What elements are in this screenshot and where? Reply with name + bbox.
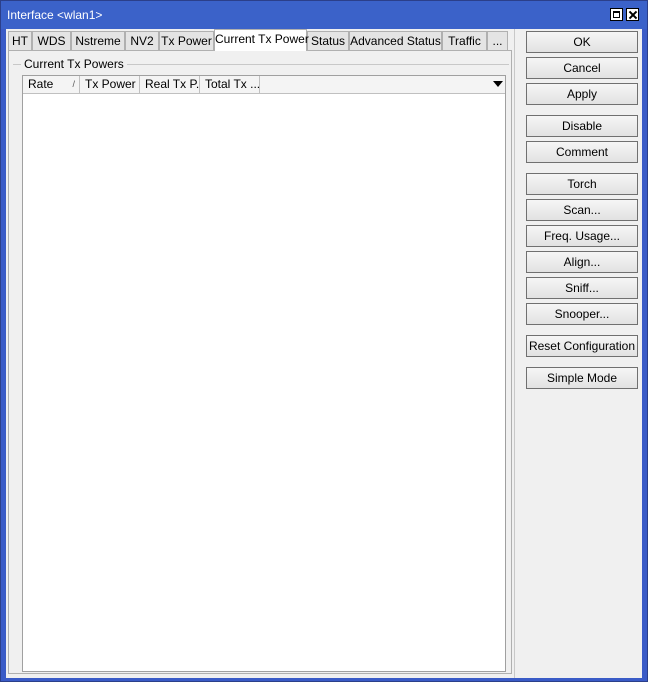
apply-button[interactable]: Apply	[526, 83, 638, 105]
scan-button[interactable]: Scan...	[526, 199, 638, 221]
torch-button[interactable]: Torch	[526, 173, 638, 195]
tab-more[interactable]: ...	[487, 31, 508, 50]
tab-ht[interactable]: HT	[8, 31, 32, 50]
tab-nstreme[interactable]: Nstreme	[71, 31, 125, 50]
column-header-label: Rate	[28, 77, 54, 91]
tab-traffic[interactable]: Traffic	[442, 31, 487, 50]
ok-button[interactable]: OK	[526, 31, 638, 53]
tab-current-tx-power[interactable]: Current Tx Power	[214, 29, 309, 51]
maximize-icon[interactable]	[610, 8, 623, 21]
sort-icon: /	[72, 79, 75, 89]
tab-nv2[interactable]: NV2	[125, 31, 159, 50]
tab-status[interactable]: Status	[307, 31, 349, 50]
column-header-rate[interactable]: Rate /	[23, 76, 80, 93]
sniff-button[interactable]: Sniff...	[526, 277, 638, 299]
comment-button[interactable]: Comment	[526, 141, 638, 163]
tab-tx-power[interactable]: Tx Power	[159, 31, 214, 50]
freq-usage-button[interactable]: Freq. Usage...	[526, 225, 638, 247]
interface-window: Interface <wlan1> HT WDS Nstreme NV2 Tx …	[0, 0, 648, 682]
align-button[interactable]: Align...	[526, 251, 638, 273]
cancel-button[interactable]: Cancel	[526, 57, 638, 79]
close-icon[interactable]	[626, 8, 639, 21]
reset-configuration-button[interactable]: Reset Configuration	[526, 335, 638, 357]
title-bar[interactable]: Interface <wlan1>	[1, 1, 647, 29]
simple-mode-button[interactable]: Simple Mode	[526, 367, 638, 389]
snooper-button[interactable]: Snooper...	[526, 303, 638, 325]
group-label: Current Tx Powers	[21, 57, 127, 71]
column-header-total-tx[interactable]: Total Tx ...	[200, 76, 260, 93]
tx-powers-table[interactable]: Rate / Tx Power Real Tx P... Total Tx ..…	[22, 75, 506, 672]
column-header-tx-power[interactable]: Tx Power	[80, 76, 140, 93]
disable-button[interactable]: Disable	[526, 115, 638, 137]
chevron-down-icon[interactable]	[493, 81, 503, 87]
window-client-area: HT WDS Nstreme NV2 Tx Power Current Tx P…	[6, 29, 642, 678]
table-header: Rate / Tx Power Real Tx P... Total Tx ..…	[23, 76, 505, 94]
tab-advanced-status[interactable]: Advanced Status	[349, 31, 442, 50]
column-header-real-tx-power[interactable]: Real Tx P...	[140, 76, 200, 93]
window-title: Interface <wlan1>	[7, 8, 103, 22]
current-tx-power-panel: Current Tx Powers Rate / Tx Power Real T…	[8, 50, 512, 674]
panel-separator	[514, 29, 517, 678]
tab-wds[interactable]: WDS	[32, 31, 71, 50]
